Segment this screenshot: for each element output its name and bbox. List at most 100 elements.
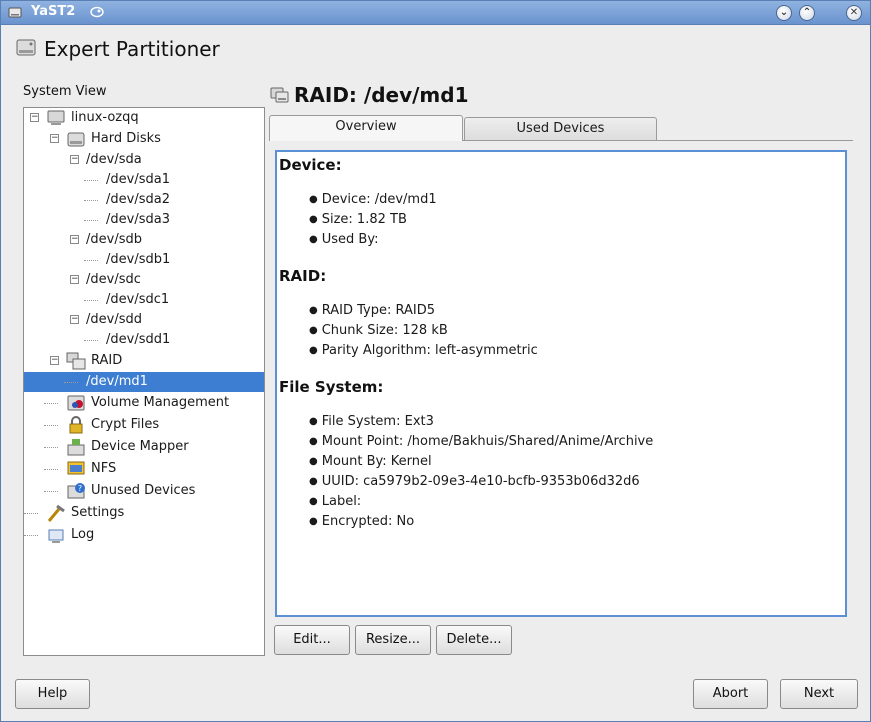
tree-item[interactable]: Log xyxy=(24,524,264,546)
tree-item[interactable]: Volume Management xyxy=(24,392,264,414)
list-item: Chunk Size: 128 kB xyxy=(309,323,448,338)
app-icon xyxy=(8,7,22,18)
edit-button[interactable]: Edit... xyxy=(274,625,350,655)
tree-expander[interactable]: − xyxy=(70,315,79,324)
tree-item[interactable]: /dev/sdc1 xyxy=(24,290,264,310)
list-item: Parity Algorithm: left-asymmetric xyxy=(309,343,538,358)
tree-expander[interactable]: − xyxy=(70,275,79,284)
log-icon xyxy=(48,529,64,543)
tree-item-label: Log xyxy=(71,527,95,542)
tree-branch-line xyxy=(24,535,38,536)
tab-used-devices-label: Used Devices xyxy=(516,121,605,136)
tree-branch-line xyxy=(44,447,58,448)
tree-expander[interactable]: − xyxy=(70,235,79,244)
list-item: Label: xyxy=(309,494,361,509)
tab-overview[interactable]: Overview xyxy=(269,115,463,141)
tree-branch-line xyxy=(84,220,98,221)
section-heading: Device: xyxy=(279,156,342,174)
tree-item-label: Unused Devices xyxy=(91,483,196,498)
list-item: File System: Ext3 xyxy=(309,414,434,429)
system-view-tree[interactable]: − linux-ozqq − Hard Disks −/dev/sda/dev/sda1… xyxy=(23,107,265,656)
tree-item[interactable]: −/dev/sda xyxy=(24,150,264,170)
section-heading: RAID: xyxy=(279,267,327,285)
list-item: Device: /dev/md1 xyxy=(309,192,437,207)
tree-expander[interactable]: − xyxy=(70,155,79,164)
tree-item[interactable]: − Hard Disks xyxy=(24,128,264,150)
tree-item[interactable]: −/dev/sdd xyxy=(24,310,264,330)
tree-item[interactable]: /dev/sda3 xyxy=(24,210,264,230)
tree-item[interactable]: −/dev/sdc xyxy=(24,270,264,290)
tree-item[interactable]: /dev/sda1 xyxy=(24,170,264,190)
tree-item[interactable]: /dev/sda2 xyxy=(24,190,264,210)
tree-item-label: Device Mapper xyxy=(91,439,189,454)
tree-expander[interactable]: − xyxy=(30,113,39,122)
tree-item[interactable]: Device Mapper xyxy=(24,436,264,458)
tree-branch-line xyxy=(84,340,98,341)
device-mapper-icon xyxy=(67,439,85,456)
computer-icon xyxy=(47,110,65,125)
unused-devices-icon: ? xyxy=(67,483,85,499)
tree-item-label: /dev/md1 xyxy=(86,374,148,389)
tree-branch-line xyxy=(84,260,98,261)
tree-item-label: /dev/sdc1 xyxy=(106,292,170,307)
yast-window: YaST2 ⌄ ⌃ ✕ Expert Partitioner System Vi… xyxy=(0,0,871,722)
close-button[interactable]: ✕ xyxy=(846,5,862,21)
abort-button[interactable]: Abort xyxy=(693,679,768,709)
overview-panel[interactable]: Device: Device: /dev/md1 Size: 1.82 TB U… xyxy=(275,150,847,617)
tree-item-label: /dev/sdb1 xyxy=(106,252,171,267)
device-title: RAID: /dev/md1 xyxy=(294,83,469,107)
tree-item-label: NFS xyxy=(91,461,117,476)
list-item: Encrypted: No xyxy=(309,514,414,529)
tree-item[interactable]: − RAID xyxy=(24,350,264,372)
volume-management-icon xyxy=(67,395,85,411)
tree-branch-line xyxy=(24,513,38,514)
tree-branch-line xyxy=(84,180,98,181)
resize-button[interactable]: Resize... xyxy=(355,625,431,655)
tree-item-label: /dev/sda3 xyxy=(106,212,170,227)
tree-item-label: linux-ozqq xyxy=(71,110,139,125)
tree-item[interactable]: /dev/md1 xyxy=(24,372,264,392)
tree-item-label: /dev/sdc xyxy=(86,272,141,287)
tree-item-label: /dev/sdb xyxy=(86,232,142,247)
list-item: Size: 1.82 TB xyxy=(309,212,407,227)
tree-item-label: /dev/sda1 xyxy=(106,172,170,187)
help-button[interactable]: Help xyxy=(15,679,90,709)
tree-item-label: /dev/sda2 xyxy=(106,192,170,207)
list-item: RAID Type: RAID5 xyxy=(309,303,435,318)
tree-item-label: /dev/sda xyxy=(86,152,142,167)
title-bar[interactable]: YaST2 ⌄ ⌃ ✕ xyxy=(1,1,870,25)
raid-icon xyxy=(66,352,86,370)
raid-icon xyxy=(270,87,289,103)
tree-branch-line xyxy=(44,403,58,404)
tree-branch-line xyxy=(84,200,98,201)
window-title: YaST2 xyxy=(31,4,76,19)
maximize-button[interactable]: ⌃ xyxy=(799,5,815,21)
lock-icon xyxy=(69,416,83,434)
next-button[interactable]: Next xyxy=(780,679,858,709)
tree-item[interactable]: Settings xyxy=(24,502,264,524)
tree-expander[interactable]: − xyxy=(50,356,59,365)
list-item: Mount Point: /home/Bakhuis/Shared/Anime/… xyxy=(309,434,654,449)
tree-item[interactable]: − linux-ozqq xyxy=(24,108,264,128)
tree-item[interactable]: /dev/sdb1 xyxy=(24,250,264,270)
minimize-button[interactable]: ⌄ xyxy=(776,5,792,21)
tree-branch-line xyxy=(64,382,78,383)
tree-item[interactable]: /dev/sdd1 xyxy=(24,330,264,350)
harddisk-icon xyxy=(67,132,85,147)
tree-item[interactable]: −/dev/sdb xyxy=(24,230,264,250)
tree-item[interactable]: NFS xyxy=(24,458,264,480)
tree-item-label: /dev/sdd xyxy=(86,312,142,327)
tree-item-label: Hard Disks xyxy=(91,131,161,146)
delete-button[interactable]: Delete... xyxy=(436,625,512,655)
tree-item[interactable]: ? Unused Devices xyxy=(24,480,264,502)
tree-item[interactable]: Crypt Files xyxy=(24,414,264,436)
tab-used-devices[interactable]: Used Devices xyxy=(464,117,657,141)
harddisk-icon xyxy=(16,39,36,56)
list-item: UUID: ca5979b2-09e3-4e10-bcfb-9353b06d32… xyxy=(309,474,640,489)
tree-branch-line xyxy=(44,491,58,492)
list-item: Used By: xyxy=(309,232,379,247)
tree-item-label: /dev/sdd1 xyxy=(106,332,171,347)
tree-expander[interactable]: − xyxy=(50,134,59,143)
tree-branch-line xyxy=(84,300,98,301)
opensuse-logo-icon xyxy=(90,6,104,18)
